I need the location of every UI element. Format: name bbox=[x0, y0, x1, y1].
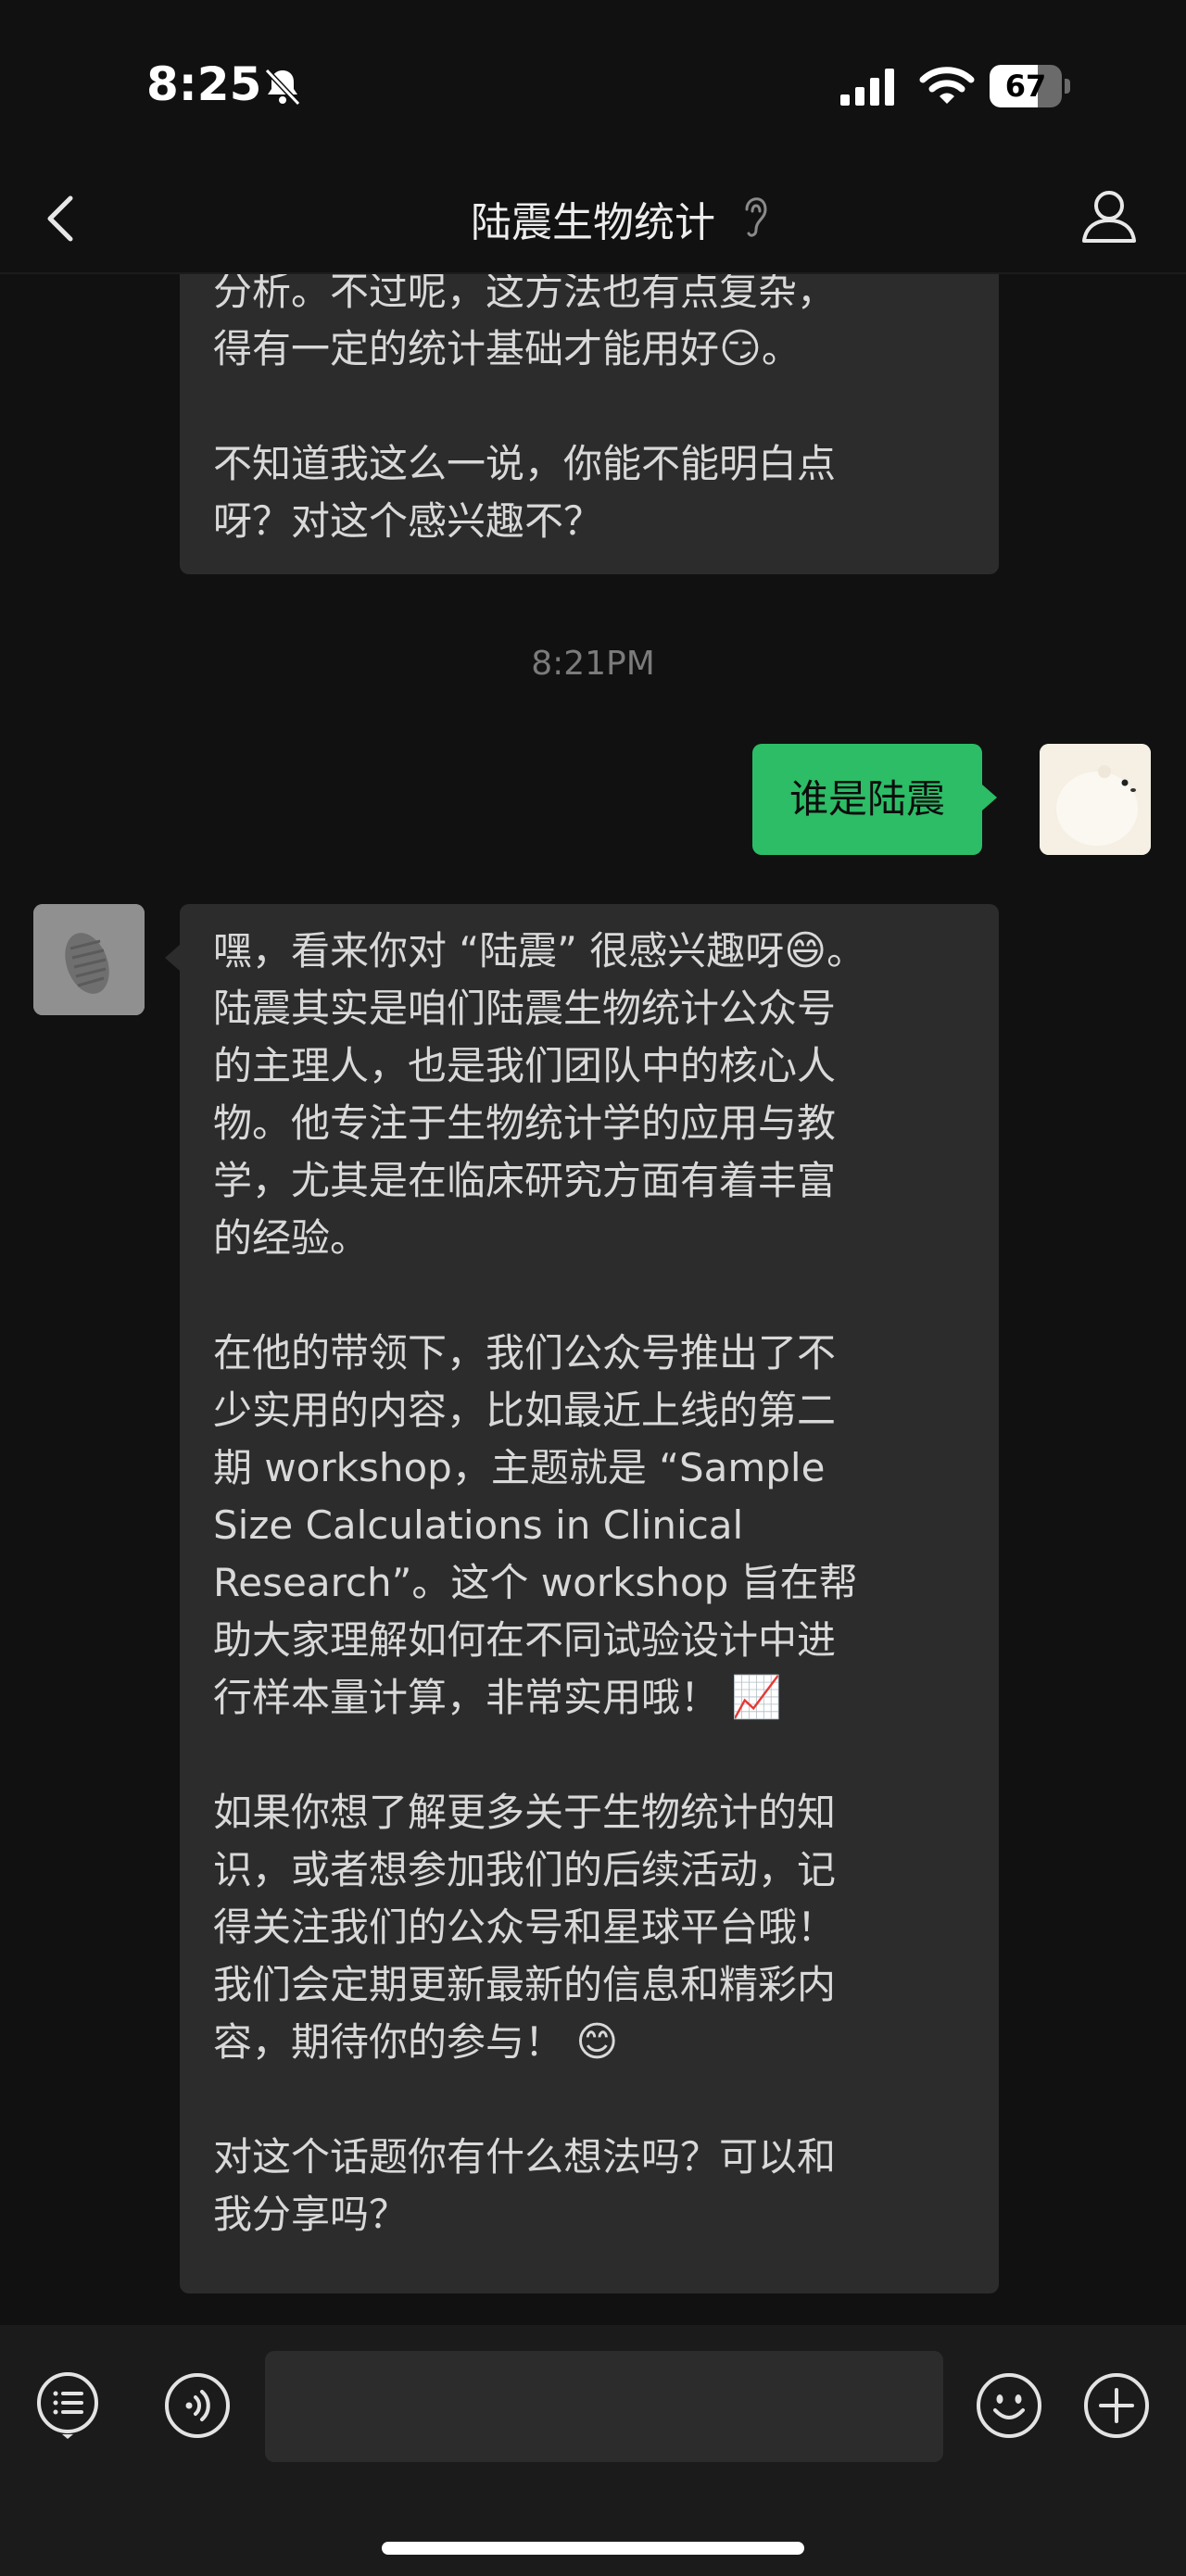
voice-icon[interactable] bbox=[163, 2371, 232, 2440]
user-avatar[interactable] bbox=[1040, 744, 1151, 855]
signal-icon bbox=[840, 69, 894, 106]
message-text: 如果你想了解更多关于生物统计的知 识，或者想参加我们的后续活动，记 得关注我们的… bbox=[213, 1790, 837, 2065]
timestamp: 8:21PM bbox=[531, 645, 655, 683]
message-text: 嘿，看来你对 “陆震” 很感兴趣呀 bbox=[213, 928, 785, 974]
ear-icon bbox=[745, 197, 767, 237]
status-time: 8:25 bbox=[146, 57, 262, 111]
bell-slash-icon bbox=[264, 68, 301, 107]
chart-increasing-emoji: 📈 bbox=[731, 1674, 783, 1721]
smirk-emoji: 😏 bbox=[719, 325, 762, 372]
chat-area[interactable]: 分析。不过呢，这方法也有点复杂， 得有一定的统计基础才能用好😏。 不知道我这么一… bbox=[0, 274, 1186, 2325]
message-text: 。 陆震其实是咱们陆震生物统计公众号 的主理人，也是我们团队中的核心人 物。他专… bbox=[213, 928, 866, 1261]
battery-icon: 67 bbox=[990, 65, 1073, 107]
status-bar: 8:25 67 bbox=[0, 0, 1186, 167]
bot-avatar[interactable] bbox=[33, 904, 145, 1015]
message-paragraph: 不知道我这么一说，你能不能明白点 呀？对这个感兴趣不？ bbox=[213, 441, 837, 544]
message-paragraph: 嘿，看来你对 “陆震” 很感兴趣呀😄。 陆震其实是咱们陆震生物统计公众号 的主理… bbox=[213, 923, 954, 1267]
emoji-icon[interactable] bbox=[975, 2371, 1043, 2440]
battery-percentage: 67 bbox=[1004, 69, 1047, 104]
user-message[interactable]: 谁是陆震 bbox=[752, 744, 998, 855]
smile-emoji: 😊 bbox=[575, 2018, 619, 2066]
message-input[interactable] bbox=[265, 2351, 943, 2462]
previous-bot-message[interactable]: 分析。不过呢，这方法也有点复杂， 得有一定的统计基础才能用好😏。 不知道我这么一… bbox=[180, 274, 999, 574]
list-icon[interactable] bbox=[33, 2371, 102, 2440]
message-line: 分析。不过呢，这方法也有点复杂， bbox=[213, 274, 837, 314]
home-indicator bbox=[382, 2542, 804, 2555]
bot-reply-message[interactable]: 嘿，看来你对 “陆震” 很感兴趣呀😄。 陆震其实是咱们陆震生物统计公众号 的主理… bbox=[165, 904, 999, 2293]
plus-icon[interactable] bbox=[1082, 2371, 1151, 2440]
message-paragraph: 对这个话题你有什么想法吗？可以和 我分享吗？ bbox=[213, 2134, 837, 2237]
chat-header: 陆震生物统计 bbox=[0, 167, 1186, 274]
profile-icon[interactable] bbox=[1077, 183, 1142, 248]
grin-emoji: 😄 bbox=[784, 927, 827, 974]
message-paragraph: 在他的带领下，我们公众号推出了不 少实用的内容，比如最近上线的第二 期 work… bbox=[213, 1325, 954, 1727]
message-line: 得有一定的统计基础才能用好😏。 bbox=[213, 320, 954, 378]
user-message-text: 谁是陆震 bbox=[789, 776, 946, 822]
polar-bear-icon bbox=[1040, 744, 1151, 855]
input-bar bbox=[0, 2325, 1186, 2576]
message-text: 得有一定的统计基础才能用好 bbox=[213, 326, 720, 371]
message-paragraph: 如果你想了解更多关于生物统计的知 识，或者想参加我们的后续活动，记 得关注我们的… bbox=[213, 1784, 954, 2071]
footprint-icon bbox=[33, 904, 145, 1015]
chat-title: 陆震生物统计 bbox=[471, 199, 715, 246]
wifi-icon bbox=[919, 67, 975, 104]
message-text: 在他的带领下，我们公众号推出了不 少实用的内容，比如最近上线的第二 期 work… bbox=[213, 1330, 858, 1720]
message-text: 。 bbox=[761, 326, 801, 371]
